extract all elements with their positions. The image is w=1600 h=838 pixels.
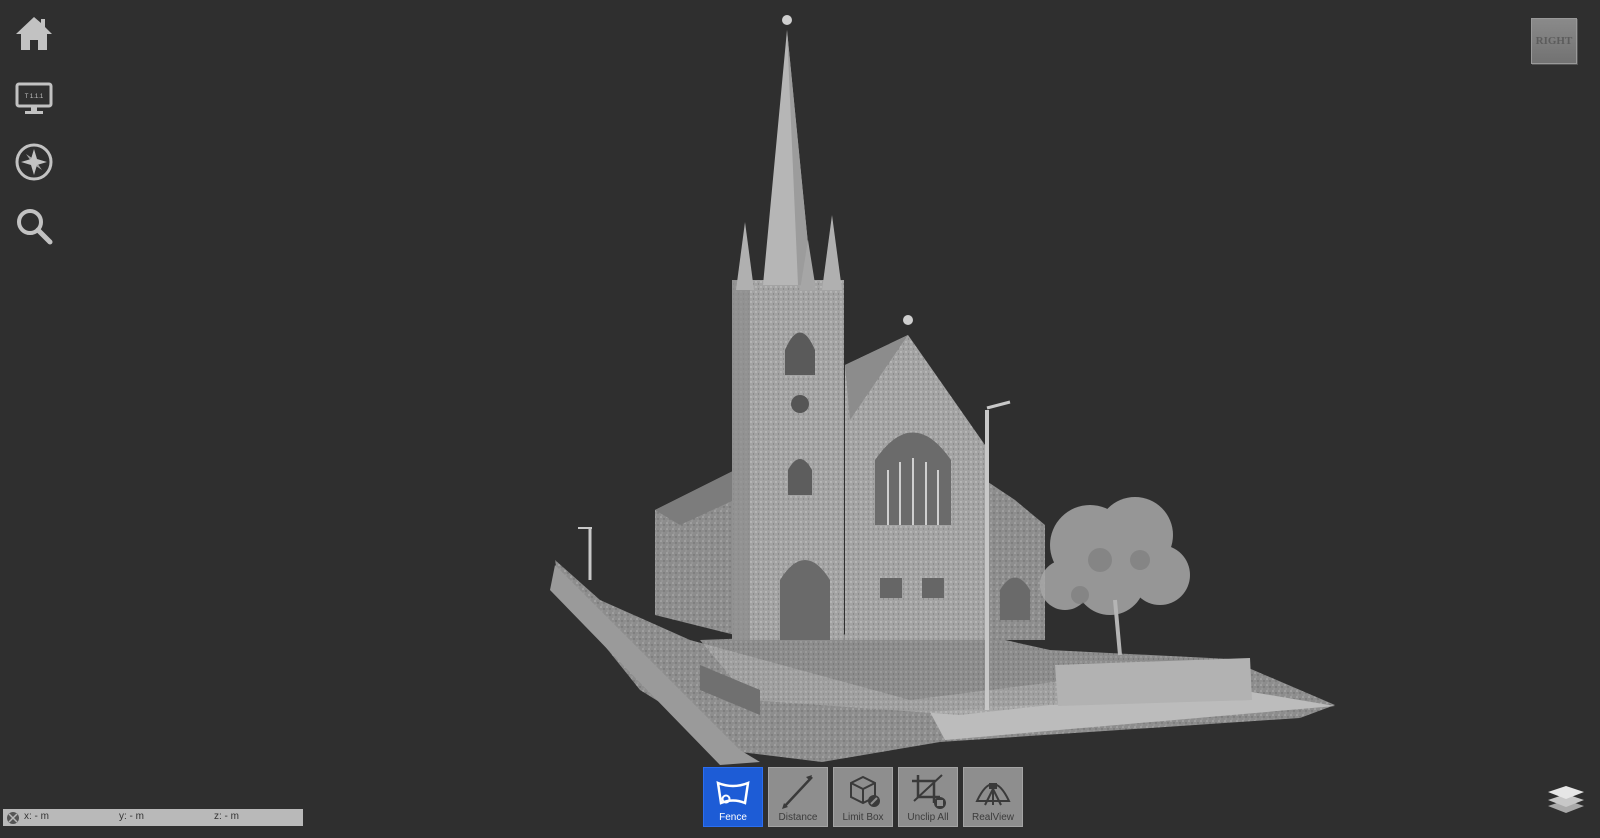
fence-label: Fence: [719, 812, 747, 823]
distance-button[interactable]: Distance: [768, 767, 828, 827]
coordinate-readout: x: - m y: - m z: - m: [3, 809, 303, 826]
limit-box-icon: [850, 775, 880, 807]
z-coordinate: z: - m: [214, 811, 239, 822]
x-coordinate: x: - m: [24, 811, 49, 822]
limit-box-label: Limit Box: [842, 812, 884, 823]
realview-icon: [975, 783, 1011, 806]
monitor-icon: T 1.1.1: [15, 82, 53, 114]
fence-button[interactable]: Fence: [703, 767, 763, 827]
viewcube[interactable]: RIGHT: [1531, 18, 1577, 64]
home-icon: [16, 17, 52, 50]
home-button[interactable]: [12, 12, 56, 56]
compass-icon: [15, 143, 53, 181]
navigation-button[interactable]: [12, 140, 56, 184]
crosshair-icon[interactable]: [6, 811, 20, 825]
display-button[interactable]: T 1.1.1: [12, 76, 56, 120]
layers-icon: [1548, 786, 1584, 813]
point-cloud-viewport[interactable]: [0, 0, 1600, 833]
church-point-cloud: [550, 15, 1335, 765]
realview-label: RealView: [971, 812, 1015, 823]
magnifier-icon: [17, 209, 53, 245]
unclip-all-button[interactable]: Unclip All: [898, 767, 958, 827]
layers-button[interactable]: [1544, 780, 1588, 816]
unclip-all-icon: [912, 774, 946, 809]
fence-icon: [716, 781, 750, 805]
unclip-all-label: Unclip All: [907, 812, 949, 823]
limit-box-button[interactable]: Limit Box: [833, 767, 893, 827]
y-coordinate: y: - m: [119, 811, 144, 822]
distance-label: Distance: [778, 812, 818, 823]
search-button[interactable]: [12, 204, 56, 248]
monitor-icon-text: T 1.1.1: [25, 94, 44, 100]
distance-icon: [782, 775, 813, 809]
tool-ribbon: Fence Distance Limit Box Unclip All Real…: [703, 767, 1023, 827]
realview-button[interactable]: RealView: [963, 767, 1023, 827]
